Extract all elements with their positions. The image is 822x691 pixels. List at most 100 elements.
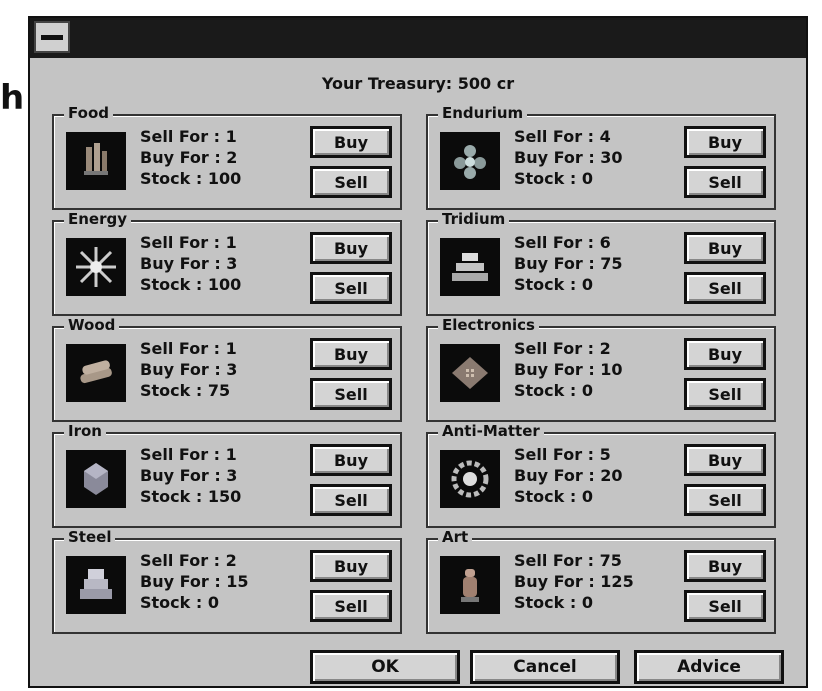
stock-label: Stock : [140, 275, 203, 294]
sell-for-label: Sell For : [140, 445, 221, 464]
stock-value: 0 [581, 381, 593, 400]
buy-for-value: 3 [226, 360, 238, 379]
stock-label: Stock : [514, 275, 577, 294]
buy-button-electronics[interactable]: Buy [684, 338, 766, 370]
buy-button-art[interactable]: Buy [684, 550, 766, 582]
cancel-button[interactable]: Cancel [470, 650, 620, 684]
sell-button-tridium[interactable]: Sell [684, 272, 766, 304]
buy-for-value: 2 [226, 148, 238, 167]
buy-for-row: Buy For : 15 [140, 571, 249, 592]
stock-label: Stock : [140, 487, 203, 506]
art-icon [440, 556, 500, 614]
sell-for-value: 5 [599, 445, 611, 464]
goods-panel-food: Food Sell For : 1 Buy For : 2 Stock : 100 Bu… [52, 104, 402, 210]
sell-for-value: 6 [599, 233, 611, 252]
sell-for-row: Sell For : 1 [140, 126, 241, 147]
buy-for-label: Buy For : [514, 360, 595, 379]
sell-for-label: Sell For : [140, 233, 221, 252]
tridium-icon [440, 238, 500, 296]
sell-button-steel[interactable]: Sell [310, 590, 392, 622]
sell-button-food[interactable]: Sell [310, 166, 392, 198]
buy-button-steel[interactable]: Buy [310, 550, 392, 582]
steel-icon [66, 556, 126, 614]
goods-stats: Sell For : 6 Buy For : 75 Stock : 0 [514, 232, 623, 295]
goods-name: Endurium [438, 104, 528, 122]
buy-for-label: Buy For : [140, 360, 221, 379]
buy-button-endurium[interactable]: Buy [684, 126, 766, 158]
stock-row: Stock : 0 [514, 380, 623, 401]
sell-button-energy[interactable]: Sell [310, 272, 392, 304]
goods-stats: Sell For : 4 Buy For : 30 Stock : 0 [514, 126, 623, 189]
goods-stats: Sell For : 75 Buy For : 125 Stock : 0 [514, 550, 634, 613]
buy-for-value: 3 [226, 466, 238, 485]
buy-for-row: Buy For : 20 [514, 465, 623, 486]
goods-name: Energy [64, 210, 132, 228]
buy-button-energy[interactable]: Buy [310, 232, 392, 264]
goods-name: Food [64, 104, 113, 122]
stock-label: Stock : [514, 381, 577, 400]
stock-label: Stock : [514, 593, 577, 612]
stock-row: Stock : 75 [140, 380, 237, 401]
ok-button[interactable]: OK [310, 650, 460, 684]
sell-for-row: Sell For : 2 [514, 338, 623, 359]
buy-button-wood[interactable]: Buy [310, 338, 392, 370]
sell-for-value: 2 [225, 551, 237, 570]
buy-for-value: 20 [600, 466, 623, 485]
goods-name: Anti-Matter [438, 422, 544, 440]
goods-name: Tridium [438, 210, 510, 228]
stock-row: Stock : 0 [514, 168, 623, 189]
goods-name: Art [438, 528, 473, 546]
sell-button-art[interactable]: Sell [684, 590, 766, 622]
buy-for-label: Buy For : [140, 254, 221, 273]
buy-for-row: Buy For : 2 [140, 147, 241, 168]
buy-for-label: Buy For : [514, 572, 595, 591]
goods-stats: Sell For : 1 Buy For : 3 Stock : 100 [140, 232, 241, 295]
buy-for-label: Buy For : [140, 148, 221, 167]
buy-for-label: Buy For : [140, 466, 221, 485]
sell-for-row: Sell For : 75 [514, 550, 634, 571]
buy-button-tridium[interactable]: Buy [684, 232, 766, 264]
advice-button[interactable]: Advice [634, 650, 784, 684]
stock-row: Stock : 0 [514, 486, 623, 507]
treasury-label: Your Treasury: 500 cr [321, 74, 515, 93]
sell-button-anti-matter[interactable]: Sell [684, 484, 766, 516]
sell-for-label: Sell For : [514, 339, 595, 358]
sell-button-endurium[interactable]: Sell [684, 166, 766, 198]
buy-button-iron[interactable]: Buy [310, 444, 392, 476]
iron-icon [66, 450, 126, 508]
buy-button-anti-matter[interactable]: Buy [684, 444, 766, 476]
buy-for-row: Buy For : 30 [514, 147, 623, 168]
goods-panel-iron: Iron Sell For : 1 Buy For : 3 Stock : 150 Bu… [52, 422, 402, 528]
goods-panel-art: Art Sell For : 75 Buy For : 125 Stock : 0 Bu… [426, 528, 776, 634]
buy-for-value: 30 [600, 148, 623, 167]
goods-panel-electronics: Electronics Sell For : 2 Buy For : 10 Stock… [426, 316, 776, 422]
goods-panel-tridium: Tridium Sell For : 6 Buy For : 75 Stock : 0… [426, 210, 776, 316]
buy-button-food[interactable]: Buy [310, 126, 392, 158]
goods-name: Steel [64, 528, 116, 546]
sell-button-electronics[interactable]: Sell [684, 378, 766, 410]
stock-row: Stock : 150 [140, 486, 241, 507]
margin-text: h [0, 78, 25, 118]
buy-for-label: Buy For : [514, 466, 595, 485]
sell-button-iron[interactable]: Sell [310, 484, 392, 516]
sell-for-value: 1 [225, 127, 237, 146]
stock-value: 100 [207, 169, 242, 188]
sell-for-value: 1 [225, 233, 237, 252]
buy-for-row: Buy For : 3 [140, 465, 241, 486]
stock-value: 150 [207, 487, 242, 506]
goods-panel-wood: Wood Sell For : 1 Buy For : 3 Stock : 75 Buy… [52, 316, 402, 422]
sell-for-row: Sell For : 2 [140, 550, 249, 571]
buy-for-value: 75 [600, 254, 623, 273]
sell-button-wood[interactable]: Sell [310, 378, 392, 410]
sell-for-row: Sell For : 1 [140, 338, 237, 359]
title-bar [30, 18, 806, 58]
sell-for-value: 4 [599, 127, 611, 146]
stock-row: Stock : 100 [140, 168, 241, 189]
sell-for-label: Sell For : [140, 551, 221, 570]
goods-name: Electronics [438, 316, 539, 334]
food-icon [66, 132, 126, 190]
stock-row: Stock : 0 [514, 274, 623, 295]
goods-name: Iron [64, 422, 106, 440]
sell-for-row: Sell For : 6 [514, 232, 623, 253]
system-menu-button[interactable] [34, 21, 70, 53]
